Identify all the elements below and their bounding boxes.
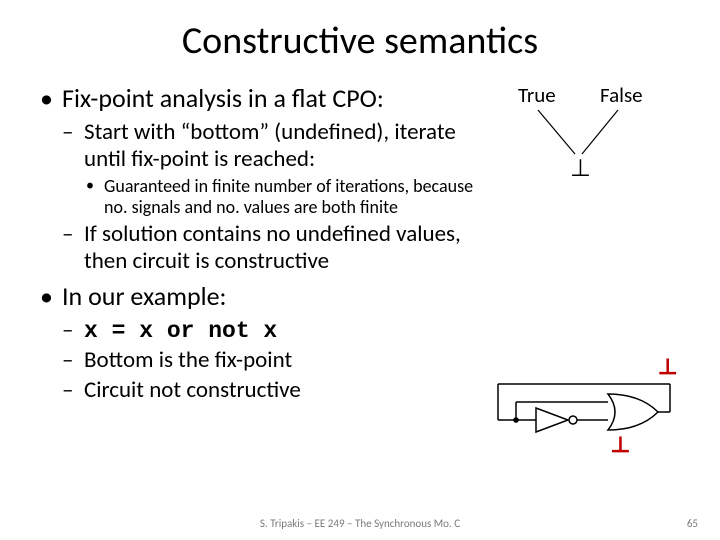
slide: Constructive semantics Fix-point analysi… [0,0,720,540]
footer-text: S. Tripakis – EE 249 – The Synchronous M… [0,517,720,530]
bullet-1-sub-2-text: If solution contains no undefined values… [84,220,461,276]
circuit-svg [490,354,680,464]
bullet-2-sub-1-text: x = x or not x [84,318,277,344]
bullet-1-sub-1-sub-1-text: Guaranteed in finite number of iteration… [104,175,473,219]
bullet-1-text: Fix-point analysis in a flat CPO: [62,82,384,114]
bullet-2: In our example: x = x or not x Bottom is… [40,280,482,404]
circuit-diagram: ⊥ [490,354,680,484]
page-number: 65 [687,517,698,530]
bullet-2-sub-3-text: Circuit not constructive [84,376,301,404]
slide-title: Constructive semantics [40,18,680,64]
bullet-2-sub-1: x = x or not x [62,317,482,346]
bullet-2-sub-2-text: Bottom is the fix-point [84,346,292,374]
cpo-diagram: True False ⊥ [490,82,680,212]
content-columns: Fix-point analysis in a flat CPO: Start … [40,82,680,484]
right-column: True False ⊥ ⊥ [490,82,680,484]
bullet-2-text: In our example: [62,280,226,312]
bullet-1-sub-1: Start with “bottom” (undefined), iterate… [62,119,482,219]
circuit-bottom-2: ⊥ [610,432,631,458]
circuit-bottom-1: ⊥ [657,354,678,380]
bullet-1-sub-1-sub-1: Guaranteed in finite number of iteration… [84,176,482,219]
bullet-2-sub-3: Circuit not constructive [62,377,482,405]
cpo-bottom-symbol: ⊥ [570,154,591,183]
bullet-1-sub-2: If solution contains no undefined values… [62,221,482,276]
bullet-1-sub-1-text: Start with “bottom” (undefined), iterate… [84,118,456,174]
bullet-2-sub-2: Bottom is the fix-point [62,347,482,375]
left-column: Fix-point analysis in a flat CPO: Start … [40,82,490,484]
bullet-1: Fix-point analysis in a flat CPO: Start … [40,82,482,276]
